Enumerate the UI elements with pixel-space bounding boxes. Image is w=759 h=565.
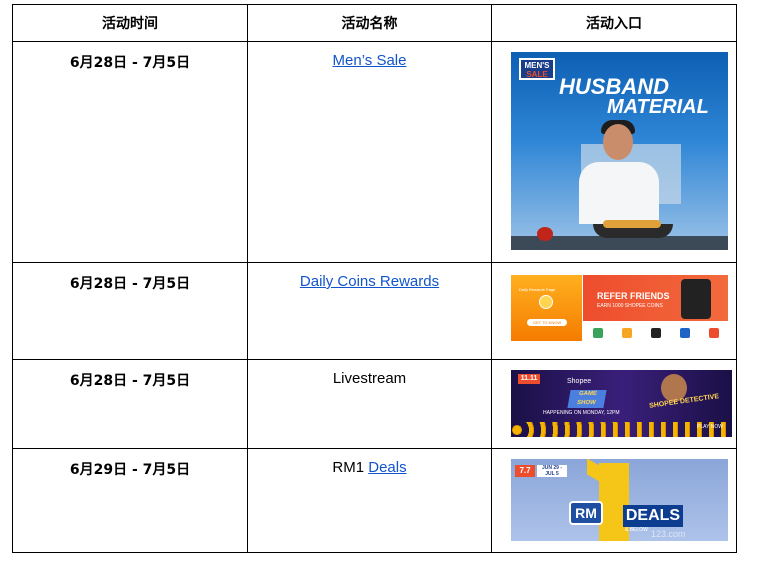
phone-icon (681, 279, 711, 319)
rm-badge: RM (569, 501, 603, 525)
rm1-deals-link[interactable]: Deals (368, 459, 406, 476)
watermark: 123.com (651, 529, 686, 539)
table-row: 6月28日 - 7月5日 Daily Coins Rewards Daily R… (12, 262, 737, 360)
name-cell: Men’s Sale (247, 41, 492, 263)
daily-coins-rewards-link[interactable]: Daily Coins Rewards (300, 273, 439, 290)
date-cell: 6月29日 - 7月5日 (12, 448, 248, 553)
pan-food (603, 220, 661, 228)
game-show-logo: GAME SHOW (567, 390, 607, 408)
feature-icons (583, 323, 728, 343)
rm1-prefix: RM1 (332, 459, 369, 476)
date-range-tag: JUN 29 - JUL 5 (537, 465, 567, 477)
lucky-prize-icon (621, 328, 632, 338)
bank-icon (679, 328, 690, 338)
header-entry: 活动入口 (491, 4, 737, 42)
candy-icon (650, 328, 661, 338)
entry-cell: MEN'S SALE HUSBAND MATERIAL (491, 41, 737, 263)
date-tag: 11.11 (518, 374, 540, 384)
header-row: 活动时间 活动名称 活动入口 (12, 4, 737, 42)
date-cell: 6月28日 - 7月5日 (12, 262, 248, 360)
schedule-text: HAPPENING ON MONDAY, 12PM (543, 410, 620, 416)
mens-sale-link[interactable]: Men’s Sale (333, 52, 407, 69)
man-shirt (579, 162, 659, 224)
daily-rewards-panel: Daily Rewards Page GET TO KNOW (511, 275, 582, 341)
banner-title-line2: MATERIAL (607, 96, 709, 118)
coin-icon (539, 295, 553, 309)
date-cell: 6月28日 - 7月5日 (12, 41, 248, 263)
name-cell: Daily Coins Rewards (247, 262, 492, 360)
below-label: & BELOW (625, 527, 648, 533)
man-face (603, 124, 633, 160)
play-now-label: PLAY NOW (697, 424, 723, 430)
deals-badge: DEALS (623, 505, 683, 527)
table-row: 6月29日 - 7月5日 RM1 Deals 7.7 JUN 29 - JUL … (12, 448, 737, 553)
table-row: 6月28日 - 7月5日 Livestream 11.11 Shopee GAM… (12, 359, 737, 449)
header-name: 活动名称 (247, 4, 492, 42)
entry-cell: 7.7 JUN 29 - JUL 5 RM DEALS & BELOW 123.… (491, 448, 737, 553)
brand-label: Shopee (567, 378, 592, 385)
mens-sale-banner[interactable]: MEN'S SALE HUSBAND MATERIAL (511, 52, 728, 250)
shopee-farm-icon (592, 328, 603, 338)
shopee-icon (708, 328, 719, 338)
name-cell: RM1 Deals (247, 448, 492, 553)
entry-cell: Daily Rewards Page GET TO KNOW REFER FRI… (491, 262, 737, 360)
activity-table: 活动时间 活动名称 活动入口 6月28日 - 7月5日 Men’s Sale M… (12, 4, 737, 553)
date-cell: 6月28日 - 7月5日 (12, 359, 248, 449)
livestream-banner[interactable]: 11.11 Shopee GAME SHOW HAPPENING ON MOND… (511, 370, 732, 437)
table-row: 6月28日 - 7月5日 Men’s Sale MEN'S SALE HUSBA… (12, 41, 737, 263)
date-tag: 7.7 (515, 465, 535, 477)
red-pepper (537, 227, 553, 241)
livestream-label: Livestream (332, 370, 407, 387)
rm1-deals-banner[interactable]: 7.7 JUN 29 - JUL 5 RM DEALS & BELOW 123.… (511, 459, 728, 541)
entry-cell: 11.11 Shopee GAME SHOW HAPPENING ON MOND… (491, 359, 737, 449)
header-date: 活动时间 (12, 4, 248, 42)
mens-sale-logo: MEN'S SALE (519, 58, 555, 80)
daily-coins-banner[interactable]: Daily Rewards Page GET TO KNOW REFER FRI… (511, 273, 728, 345)
name-cell: Livestream (247, 359, 492, 449)
